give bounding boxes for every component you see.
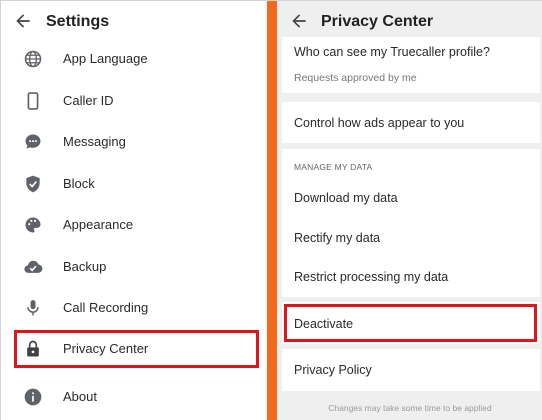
screenshot-frame: Settings App Language Caller ID Messagin… [0, 0, 542, 420]
settings-item-label: Call Recording [63, 300, 149, 315]
shield-check-icon [26, 175, 40, 193]
globe-icon [24, 50, 42, 68]
settings-item-app-language[interactable]: App Language [1, 41, 267, 77]
ads-control-card[interactable]: Control how ads appear to you [282, 102, 540, 143]
palette-icon [25, 217, 41, 233]
restrict-processing-item[interactable]: Restrict processing my data [294, 270, 448, 284]
settings-screen: Settings App Language Caller ID Messagin… [1, 1, 267, 420]
manage-data-caption: MANAGE MY DATA [294, 162, 373, 172]
privacy-center-screen: Privacy Center Who can see my Truecaller… [277, 1, 542, 420]
info-icon [24, 388, 42, 406]
settings-item-label: Appearance [63, 217, 134, 232]
download-data-item[interactable]: Download my data [294, 191, 398, 205]
profile-visibility-card[interactable]: Who can see my Truecaller profile? Reque… [282, 37, 540, 93]
settings-item-label: About [63, 389, 97, 404]
changes-footnote: Changes may take some time to be applied [328, 403, 492, 413]
settings-item-about[interactable]: About [1, 379, 267, 415]
settings-item-backup[interactable]: Backup [1, 249, 267, 285]
profile-visibility-value: Requests approved by me [294, 72, 417, 84]
chat-bubble-icon [25, 134, 41, 149]
settings-top-bar: Settings [1, 1, 267, 43]
privacy-center-highlight-box [14, 330, 259, 368]
settings-item-label: Messaging [63, 134, 126, 149]
settings-item-label: Caller ID [63, 93, 114, 108]
settings-item-label: Backup [63, 259, 107, 274]
panel-divider [267, 1, 277, 420]
profile-visibility-question: Who can see my Truecaller profile? [294, 45, 490, 59]
settings-item-messaging[interactable]: Messaging [1, 124, 267, 160]
privacy-policy-label: Privacy Policy [294, 363, 372, 377]
ads-control-label: Control how ads appear to you [294, 116, 465, 130]
cloud-check-icon [24, 260, 43, 273]
settings-item-label: App Language [63, 51, 148, 66]
manage-data-card: MANAGE MY DATA Download my data Rectify … [282, 149, 540, 297]
microphone-icon [27, 300, 39, 316]
settings-title: Settings [46, 13, 110, 30]
settings-item-label: Block [63, 176, 95, 191]
back-arrow-icon[interactable] [289, 11, 309, 31]
settings-item-block[interactable]: Block [1, 166, 267, 202]
rectify-data-item[interactable]: Rectify my data [294, 231, 380, 245]
settings-item-call-recording[interactable]: Call Recording [1, 290, 267, 326]
privacy-center-title: Privacy Center [321, 13, 434, 30]
settings-item-appearance[interactable]: Appearance [1, 207, 267, 243]
back-arrow-icon[interactable] [13, 11, 33, 31]
deactivate-highlight-box [284, 304, 537, 342]
phone-icon [27, 92, 39, 110]
privacy-policy-card[interactable]: Privacy Policy [282, 349, 540, 391]
settings-item-caller-id[interactable]: Caller ID [1, 83, 267, 119]
